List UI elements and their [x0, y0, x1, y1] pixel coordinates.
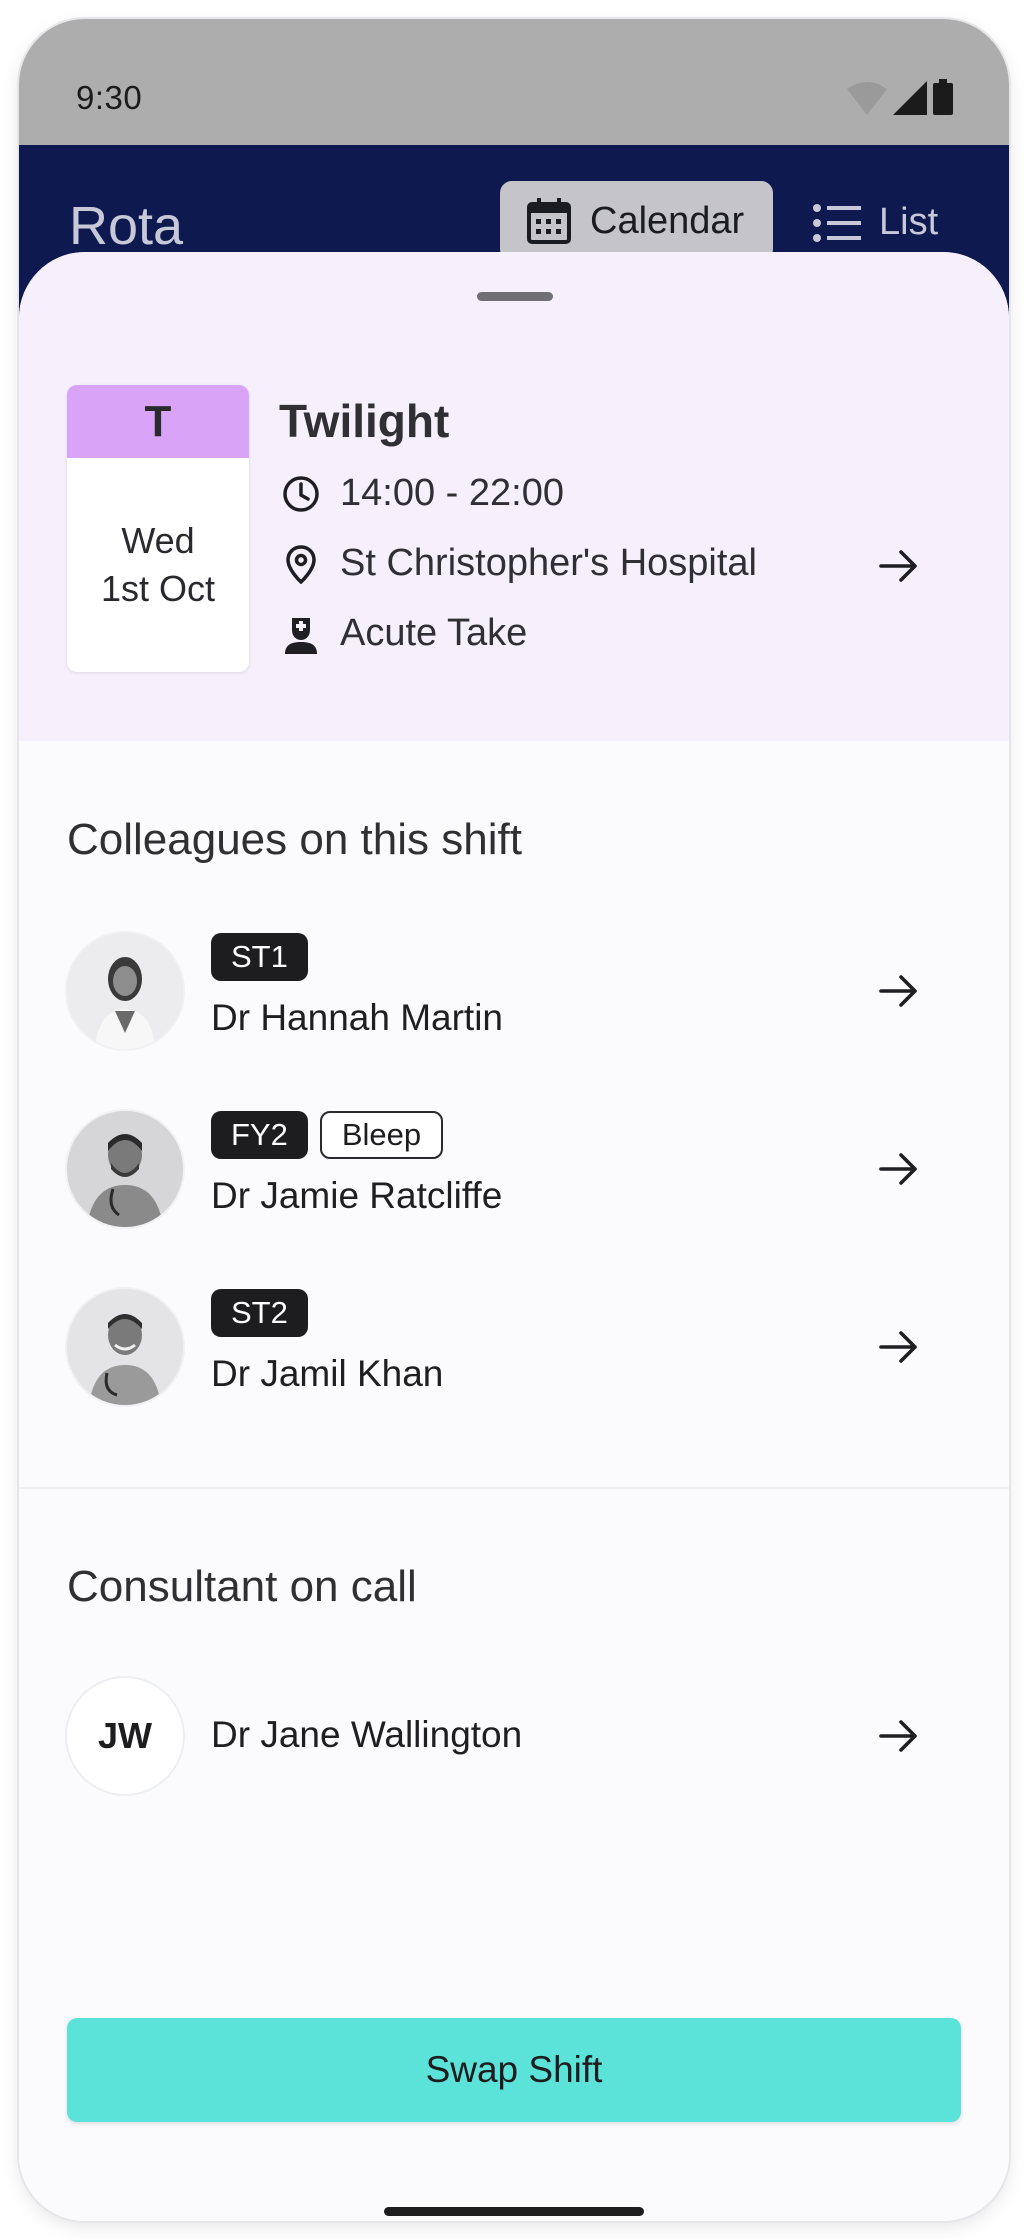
consultant-initials-avatar: JW [67, 1678, 183, 1794]
grade-badge: FY2 [211, 1111, 308, 1159]
shift-date-badge: T Wed 1st Oct [67, 385, 249, 672]
location-pin-icon [286, 544, 316, 584]
shift-code: T [67, 385, 249, 458]
shift-role-row: Acute Take [282, 612, 527, 655]
colleague-name: Dr Hannah Martin [211, 997, 504, 1038]
status-icons [847, 79, 953, 115]
consultant-row[interactable]: JW Dr Jane Wallington [67, 1678, 967, 1796]
calendar-icon [527, 198, 571, 244]
swap-shift-button[interactable]: Swap Shift [67, 2018, 961, 2122]
status-time: 9:30 [76, 79, 143, 116]
list-view-label: List [879, 201, 939, 243]
clock-icon [283, 475, 319, 512]
list-icon [813, 203, 861, 242]
colleague-open-arrow-icon[interactable] [877, 969, 921, 1013]
grade-badge: ST2 [211, 1289, 308, 1337]
avatar [67, 933, 183, 1049]
shift-time-row: 14:00 - 22:00 [282, 472, 564, 515]
colleague-row[interactable]: ST1 Dr Hannah Martin [67, 933, 967, 1051]
colleague-row[interactable]: ST2 Dr Jamil Khan [67, 1289, 967, 1407]
shift-name: Twilight [279, 395, 450, 447]
shift-date: Wed 1st Oct [67, 458, 249, 672]
signal-icon [893, 81, 927, 115]
app-title: Rota [69, 196, 184, 256]
section-divider [19, 1487, 1009, 1489]
status-bar: 9:30 [19, 19, 1009, 145]
wifi-icon [847, 82, 887, 115]
calendar-view-label: Calendar [590, 199, 745, 242]
colleague-name: Dr Jamil Khan [211, 1353, 444, 1394]
shift-day: Wed [121, 520, 195, 561]
calendar-view-button[interactable]: Calendar [500, 181, 773, 261]
shift-details-sheet: T Wed 1st Oct Twilight 14:00 - 22:00 St … [19, 252, 1009, 2221]
colleague-tags: FY2 Bleep [211, 1111, 444, 1159]
phone-frame: 9:30 Rota Calendar List T Wed 1st Oct Tw… [19, 19, 1009, 2221]
grade-badge: ST1 [211, 933, 308, 981]
avatar [67, 1289, 183, 1405]
shift-role: Acute Take [340, 612, 528, 654]
colleague-tags: ST1 [211, 933, 308, 981]
colleague-open-arrow-icon[interactable] [877, 1147, 921, 1191]
shift-location-row: St Christopher's Hospital [282, 542, 757, 585]
colleague-name: Dr Jamie Ratcliffe [211, 1175, 503, 1216]
consultant-open-arrow-icon[interactable] [877, 1714, 921, 1758]
shift-open-arrow-icon[interactable] [877, 544, 921, 588]
doctor-icon [285, 617, 317, 654]
bleep-badge: Bleep [319, 1111, 444, 1159]
avatar [67, 1111, 183, 1227]
shift-date-text: 1st Oct [100, 568, 216, 609]
home-indicator[interactable] [384, 2207, 644, 2216]
battery-icon [933, 79, 953, 115]
consultant-name: Dr Jane Wallington [211, 1714, 523, 1755]
consultant-heading: Consultant on call [67, 1562, 417, 1611]
colleague-tags: ST2 [211, 1289, 308, 1337]
colleagues-heading: Colleagues on this shift [67, 815, 522, 864]
colleague-row[interactable]: FY2 Bleep Dr Jamie Ratcliffe [67, 1111, 967, 1229]
list-view-button[interactable]: List [813, 201, 938, 244]
shift-time: 14:00 - 22:00 [340, 472, 564, 514]
shift-location: St Christopher's Hospital [340, 542, 757, 584]
colleague-open-arrow-icon[interactable] [877, 1325, 921, 1369]
sheet-drag-handle[interactable] [477, 292, 553, 301]
